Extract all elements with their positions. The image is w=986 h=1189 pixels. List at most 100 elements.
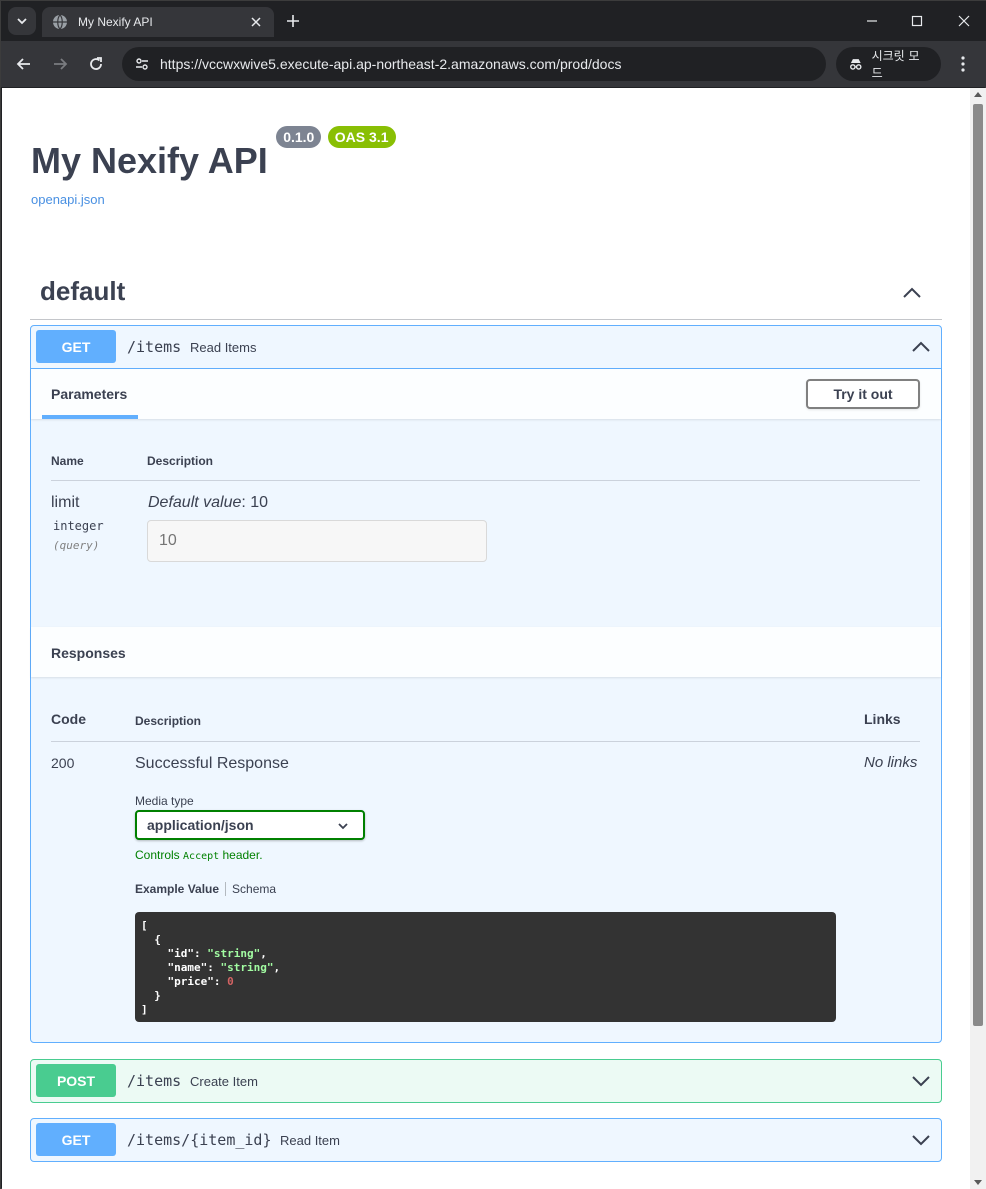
tab-example-value[interactable]: Example Value: [135, 882, 227, 896]
tab-title: My Nexify API: [78, 15, 153, 29]
browser-tab[interactable]: My Nexify API: [42, 7, 274, 37]
controls-suffix: header.: [219, 848, 263, 862]
scroll-down-arrow[interactable]: [974, 1180, 982, 1185]
media-type-label: Media type: [135, 794, 194, 808]
col-header-name: Name: [51, 454, 84, 468]
incognito-indicator[interactable]: 시크릿 모드: [836, 47, 941, 81]
code-string: "string": [207, 947, 261, 960]
operation-path: /items: [127, 1072, 182, 1090]
param-name: limit: [51, 494, 80, 511]
tab-parameters[interactable]: Parameters: [51, 386, 127, 402]
minimize-button[interactable]: [860, 9, 884, 33]
tab-search-button[interactable]: [8, 7, 36, 35]
reload-button[interactable]: [84, 52, 108, 76]
back-button[interactable]: [12, 52, 36, 76]
reload-icon: [90, 57, 102, 70]
method-badge: GET: [36, 1123, 116, 1156]
chevron-up-icon[interactable]: [902, 283, 922, 303]
limit-input[interactable]: [147, 520, 487, 562]
operation-path: /items: [127, 338, 182, 356]
tag-name: default: [40, 276, 126, 306]
code-number: 0: [227, 975, 234, 988]
opblock-body: Parameters Try it out Name Description l…: [31, 368, 941, 1022]
version-badge: 0.1.0: [276, 126, 322, 148]
opblock-post-items[interactable]: POST /items Create Item: [30, 1059, 942, 1103]
chevron-down-icon[interactable]: [911, 1130, 931, 1150]
close-window-button[interactable]: [952, 9, 976, 33]
operation-summary: Read Items: [190, 340, 257, 355]
opblock-get-item[interactable]: GET /items/{item_id} Read Item: [30, 1118, 942, 1162]
try-it-out-button[interactable]: Try it out: [806, 379, 920, 409]
method-badge: POST: [36, 1064, 116, 1097]
param-type: integer: [53, 519, 104, 533]
opblock-summary[interactable]: POST /items Create Item: [31, 1060, 941, 1102]
media-type-select[interactable]: application/json: [135, 810, 365, 840]
incognito-icon: [850, 59, 862, 70]
scroll-up-arrow[interactable]: [974, 92, 982, 97]
example-code-block: [ { "id": "string", "name": "string", "p…: [135, 912, 836, 1022]
media-type-value: application/json: [147, 817, 254, 833]
param-location: (query): [53, 539, 100, 552]
controls-code: Accept: [183, 851, 220, 862]
arrow-left-icon: [16, 58, 30, 70]
browser-menu-button[interactable]: [953, 52, 973, 76]
opblock-get-items: GET /items Read Items Parameters Try it …: [30, 325, 942, 1043]
code-line: ]: [141, 1003, 148, 1016]
default-value: : 10: [241, 494, 269, 511]
page-title: My Nexify API: [31, 140, 268, 181]
col-header-code: Code: [51, 711, 86, 727]
chevron-down-icon: [338, 823, 348, 830]
method-badge: GET: [36, 330, 116, 363]
code-string: "string": [220, 961, 274, 974]
api-info: My Nexify API 0.1.0 OAS 3.1 openapi.json: [31, 126, 396, 207]
new-tab-button[interactable]: [283, 11, 303, 31]
incognito-label: 시크릿 모드: [871, 49, 920, 80]
site-info-icon[interactable]: [134, 56, 150, 72]
tab-strip: My Nexify API: [1, 1, 986, 41]
plus-icon: [287, 15, 299, 27]
col-header-description: Description: [135, 714, 202, 728]
code-line: {: [141, 933, 161, 946]
close-tab-button[interactable]: [248, 14, 264, 30]
maximize-button[interactable]: [905, 9, 929, 33]
responses-header: Responses: [31, 627, 941, 677]
default-label: Default value: [148, 494, 242, 511]
openapi-json-link[interactable]: openapi.json: [31, 192, 396, 207]
page-viewport: My Nexify API 0.1.0 OAS 3.1 openapi.json…: [2, 88, 970, 1189]
url-text: https://vccwxwive5.execute-api.ap-northe…: [160, 56, 622, 72]
browser-window: My Nexify API https://vccwxwive5.execute…: [0, 0, 986, 1189]
param-default: Default value: 10: [148, 494, 268, 512]
code-key: "id":: [141, 947, 208, 960]
chevron-down-icon[interactable]: [911, 1071, 931, 1091]
close-icon: [958, 15, 970, 27]
response-links: No links: [864, 754, 918, 771]
col-header-links: Links: [864, 711, 901, 727]
globe-icon: [53, 14, 67, 30]
oas-badge: OAS 3.1: [327, 126, 396, 148]
operation-summary: Create Item: [190, 1074, 258, 1089]
chevron-up-icon[interactable]: [911, 337, 931, 357]
maximize-icon: [911, 15, 923, 27]
opblock-summary[interactable]: GET /items/{item_id} Read Item: [31, 1119, 941, 1161]
forward-button[interactable]: [48, 52, 72, 76]
code-line: [: [141, 919, 148, 932]
col-header-description: Description: [147, 454, 214, 468]
close-icon: [251, 17, 261, 27]
operation-summary: Read Item: [280, 1133, 340, 1148]
parameters-header: Parameters Try it out: [31, 369, 941, 419]
vertical-scrollbar[interactable]: [970, 88, 986, 1189]
address-bar[interactable]: https://vccwxwive5.execute-api.ap-northe…: [122, 47, 826, 81]
tag-section-header[interactable]: default: [30, 271, 942, 320]
response-description: Successful Response: [135, 755, 289, 772]
minimize-icon: [867, 20, 877, 22]
tab-schema[interactable]: Schema: [226, 882, 276, 896]
divider: [51, 741, 920, 742]
chevron-down-icon: [17, 18, 27, 25]
opblock-summary[interactable]: GET /items Read Items: [31, 326, 941, 368]
operation-path: /items/{item_id}: [127, 1131, 272, 1149]
responses-title: Responses: [51, 645, 126, 661]
example-tabs: Example Value Schema: [135, 882, 276, 896]
browser-toolbar: https://vccwxwive5.execute-api.ap-northe…: [1, 41, 986, 87]
code-line: }: [141, 989, 161, 1002]
scrollbar-thumb[interactable]: [973, 104, 983, 1026]
